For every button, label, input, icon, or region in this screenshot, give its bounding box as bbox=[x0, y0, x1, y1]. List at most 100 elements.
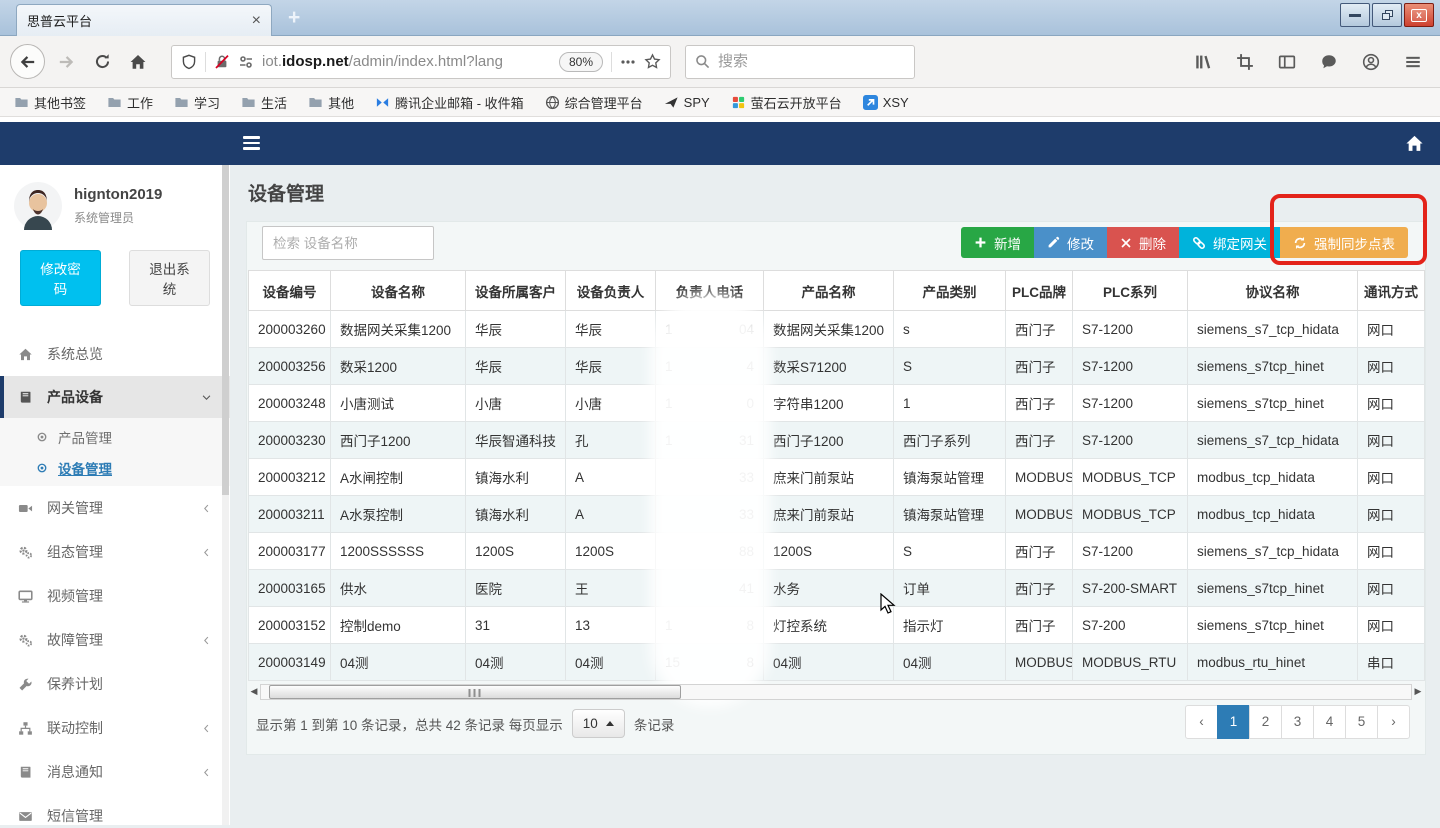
sidebar-item[interactable]: 联动控制 bbox=[0, 706, 230, 750]
sidebar-item[interactable]: 视频管理 bbox=[0, 574, 230, 618]
pagination-item[interactable]: 3 bbox=[1281, 705, 1314, 739]
toolbar-button[interactable]: 绑定网关 bbox=[1179, 227, 1280, 258]
bookmark-item[interactable]: 工作 bbox=[107, 93, 153, 112]
column-header[interactable]: 设备编号 bbox=[249, 271, 331, 311]
tab-close-icon[interactable]: × bbox=[252, 13, 261, 29]
table-cell-protocol: modbus_tcp_hidata bbox=[1188, 459, 1358, 496]
pagination-item[interactable]: ‹ bbox=[1185, 705, 1218, 739]
column-header[interactable]: PLC品牌 bbox=[1006, 271, 1073, 311]
column-header[interactable]: 通讯方式 bbox=[1358, 271, 1425, 311]
page-title: 设备管理 bbox=[248, 179, 324, 206]
pagination-item[interactable]: 1 bbox=[1217, 705, 1250, 739]
logout-button[interactable]: 退出系统 bbox=[129, 250, 210, 306]
table-row[interactable]: 200003212A水闸控制镇海水利A33庶来门前泵站镇海泵站管理MODBUSM… bbox=[249, 459, 1425, 496]
bookmark-item[interactable]: 腾讯企业邮箱 - 收件箱 bbox=[375, 93, 524, 112]
sidebar-scrollbar[interactable] bbox=[222, 165, 229, 825]
sidebar-subitem[interactable]: 产品管理 bbox=[0, 421, 230, 452]
bookmark-item[interactable]: 综合管理平台 bbox=[545, 93, 643, 112]
insecure-lock-icon[interactable] bbox=[214, 54, 230, 70]
table-row[interactable]: 200003211A水泵控制镇海水利A33庶来门前泵站镇海泵站管理MODBUSM… bbox=[249, 496, 1425, 533]
toolbar-button[interactable]: 修改 bbox=[1034, 227, 1107, 258]
pagination-item[interactable]: › bbox=[1377, 705, 1410, 739]
table-cell-comm: 网口 bbox=[1358, 533, 1425, 570]
table-row[interactable]: 200003165供水医院王41水务订单西门子S7-200-SMARTsieme… bbox=[249, 570, 1425, 607]
toolbar-button[interactable]: 新增 bbox=[961, 227, 1034, 258]
sidebar-collapse-button[interactable] bbox=[243, 136, 260, 150]
scrollbar-thumb[interactable] bbox=[269, 685, 681, 699]
column-header[interactable]: 设备名称 bbox=[331, 271, 466, 311]
browser-tab[interactable]: 思普云平台 × bbox=[16, 4, 272, 36]
column-header[interactable]: PLC系列 bbox=[1073, 271, 1188, 311]
back-button[interactable] bbox=[10, 44, 45, 79]
pagination-item[interactable]: 5 bbox=[1345, 705, 1378, 739]
sidebar-toggle-icon[interactable] bbox=[1278, 53, 1296, 71]
table-row[interactable]: 2000031771200SSSSSS1200S1200S881200SS西门子… bbox=[249, 533, 1425, 570]
table-row[interactable]: 200003230西门子1200华辰智通科技孔131西门子1200西门子系列西门… bbox=[249, 422, 1425, 459]
forward-button[interactable] bbox=[51, 47, 81, 77]
table-row[interactable]: 20000314904测04测04测15804测04测MODBUSMODBUS_… bbox=[249, 644, 1425, 681]
username: hignton2019 bbox=[74, 186, 162, 203]
zoom-level-badge[interactable]: 80% bbox=[559, 52, 603, 72]
sidebar-item[interactable]: 保养计划 bbox=[0, 662, 230, 706]
menu-icon[interactable] bbox=[1404, 53, 1422, 71]
browser-search-input[interactable] bbox=[718, 53, 905, 70]
page-actions-icon[interactable] bbox=[620, 54, 636, 70]
crop-icon[interactable] bbox=[1236, 53, 1254, 71]
bookmark-item[interactable]: 其他书签 bbox=[14, 93, 86, 112]
url-text[interactable]: iot.idosp.net/admin/index.html?lang bbox=[262, 53, 551, 70]
sidebar-item[interactable]: 组态管理 bbox=[0, 530, 230, 574]
messages-icon[interactable] bbox=[1320, 53, 1338, 71]
column-header[interactable]: 协议名称 bbox=[1188, 271, 1358, 311]
toolbar-button-label: 绑定网关 bbox=[1213, 233, 1267, 253]
device-search-input[interactable] bbox=[262, 226, 434, 260]
column-header[interactable]: 产品类别 bbox=[894, 271, 1006, 311]
toolbar-button[interactable]: 删除 bbox=[1107, 227, 1179, 258]
table-cell-customer: 镇海水利 bbox=[466, 496, 566, 533]
account-icon[interactable] bbox=[1362, 53, 1380, 71]
window-minimize-button[interactable] bbox=[1340, 3, 1370, 27]
sidebar-item[interactable]: 网关管理 bbox=[0, 486, 230, 530]
new-tab-button[interactable]: + bbox=[288, 6, 300, 30]
bookmark-item[interactable]: XSY bbox=[863, 95, 909, 110]
bookmark-item[interactable]: 萤石云开放平台 bbox=[731, 93, 842, 112]
page-size-dropdown[interactable]: 10 bbox=[572, 709, 625, 738]
sidebar-item[interactable]: 故障管理 bbox=[0, 618, 230, 662]
scroll-right-icon[interactable]: ▶ bbox=[1412, 684, 1424, 699]
window-restore-button[interactable] bbox=[1372, 3, 1402, 27]
bookmark-item[interactable]: SPY bbox=[664, 95, 710, 110]
url-bar[interactable]: iot.idosp.net/admin/index.html?lang 80% bbox=[171, 45, 671, 79]
table-cell-id: 200003212 bbox=[249, 459, 331, 496]
bookmark-item[interactable]: 学习 bbox=[174, 93, 220, 112]
reload-button[interactable] bbox=[87, 47, 117, 77]
column-header[interactable]: 产品名称 bbox=[764, 271, 894, 311]
sidebar-subitem[interactable]: 设备管理 bbox=[0, 452, 230, 483]
pagination-item[interactable]: 2 bbox=[1249, 705, 1282, 739]
app-header-bar bbox=[0, 122, 1440, 165]
permissions-icon[interactable] bbox=[238, 54, 254, 70]
pagination-item[interactable]: 4 bbox=[1313, 705, 1346, 739]
app-home-icon[interactable] bbox=[1405, 134, 1424, 153]
toolbar-button-label: 删除 bbox=[1139, 233, 1166, 253]
column-header[interactable]: 设备所属客户 bbox=[466, 271, 566, 311]
sidebar-item[interactable]: 消息通知 bbox=[0, 750, 230, 794]
table-row[interactable]: 200003152控制demo311318灯控系统指示灯西门子S7-200sie… bbox=[249, 607, 1425, 644]
table-row[interactable]: 200003256数采1200华辰华辰14数采S71200S西门子S7-1200… bbox=[249, 348, 1425, 385]
browser-search-box[interactable] bbox=[685, 45, 915, 79]
bookmark-item[interactable]: 其他 bbox=[308, 93, 354, 112]
change-password-button[interactable]: 修改密码 bbox=[20, 250, 101, 306]
table-row[interactable]: 200003260数据网关采集1200华辰华辰104数据网关采集1200s西门子… bbox=[249, 311, 1425, 348]
window-close-button[interactable]: x bbox=[1404, 3, 1434, 27]
bookmark-item[interactable]: 生活 bbox=[241, 93, 287, 112]
home-button[interactable] bbox=[123, 47, 153, 77]
scroll-left-icon[interactable]: ◀ bbox=[248, 684, 260, 699]
table-row[interactable]: 200003248小唐测试小唐小唐10字符串12001西门子S7-1200sie… bbox=[249, 385, 1425, 422]
shield-icon[interactable] bbox=[181, 54, 197, 70]
sidebar-item[interactable]: 产品设备 bbox=[0, 376, 230, 418]
sidebar-item[interactable]: 系统总览 bbox=[0, 332, 230, 376]
sidebar-item[interactable]: 短信管理 bbox=[0, 794, 230, 825]
globe-icon bbox=[545, 95, 560, 110]
bookmark-star-icon[interactable] bbox=[644, 53, 661, 70]
column-header[interactable]: 设备负责人 bbox=[566, 271, 656, 311]
horizontal-scrollbar[interactable]: ◀ ▶ bbox=[248, 683, 1424, 700]
library-icon[interactable] bbox=[1194, 53, 1212, 71]
